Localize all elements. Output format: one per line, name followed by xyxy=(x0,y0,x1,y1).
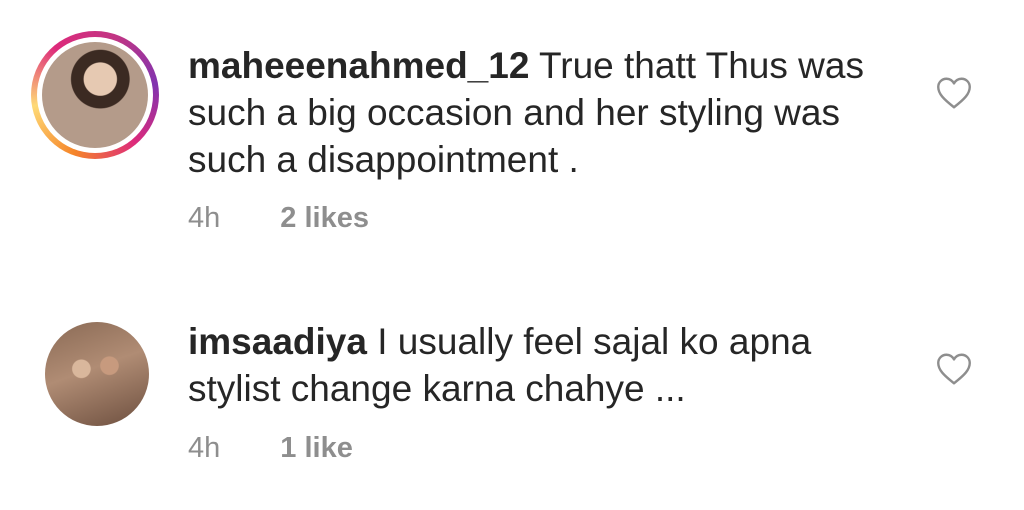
comment-username[interactable]: imsaadiya xyxy=(188,321,367,362)
comment-meta: 4h 2 likes xyxy=(188,202,369,235)
comment-likes-count[interactable]: 1 like xyxy=(280,432,353,465)
comment-username[interactable]: maheeenahmed_12 xyxy=(188,45,529,86)
comment-time: 4h xyxy=(188,432,221,464)
avatar-border xyxy=(37,37,153,153)
comment-body: imsaadiya I usually feel sajal ko apna s… xyxy=(188,318,908,412)
story-ring-avatar[interactable] xyxy=(31,31,159,159)
comment-body: maheeenahmed_12 True thatt Thus was such… xyxy=(188,42,908,183)
comment-likes-count[interactable]: 2 likes xyxy=(280,202,369,235)
avatar[interactable] xyxy=(45,322,149,426)
comment-meta: 4h 1 like xyxy=(188,432,353,465)
heart-icon[interactable] xyxy=(936,352,972,386)
comment-time: 4h xyxy=(188,202,221,234)
comment-item: maheeenahmed_12 True thatt Thus was such… xyxy=(0,0,1024,260)
avatar[interactable] xyxy=(42,42,148,148)
heart-icon[interactable] xyxy=(936,76,972,110)
